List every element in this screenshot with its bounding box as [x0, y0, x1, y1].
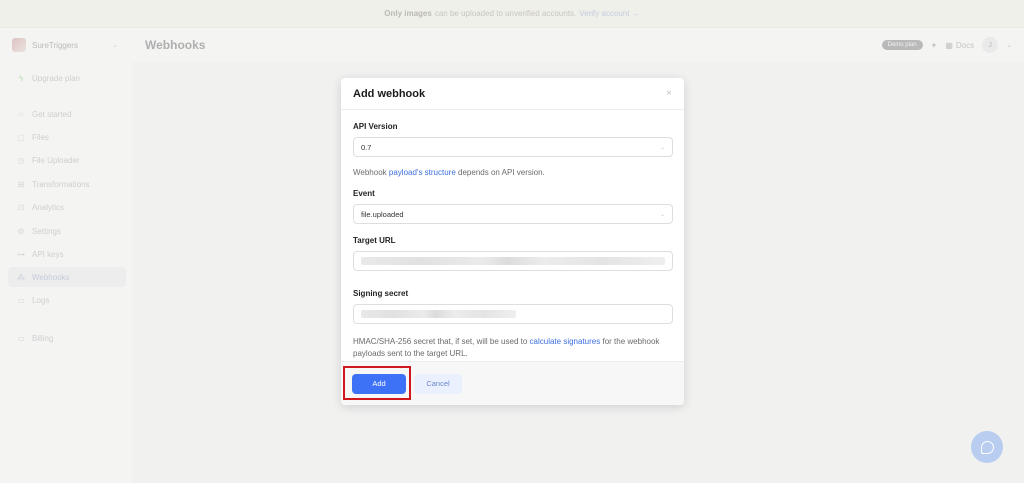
redacted-url: [361, 257, 665, 265]
chat-launcher[interactable]: [971, 431, 1003, 463]
help-text-pre: Webhook: [353, 168, 387, 177]
signing-secret-help: HMAC/SHA-256 secret that, if set, will b…: [353, 336, 672, 360]
calculate-signatures-link[interactable]: calculate signatures: [530, 337, 601, 346]
chevron-down-icon: ⌄: [659, 211, 665, 218]
modal-title: Add webhook: [353, 87, 426, 100]
payload-structure-link[interactable]: payload's structure: [389, 168, 456, 177]
add-webhook-modal: Add webhook × API Version 0.7 ⌄ Webhook …: [341, 78, 684, 405]
redacted-secret: [361, 310, 516, 318]
cancel-button[interactable]: Cancel: [414, 373, 462, 394]
event-select[interactable]: file.uploaded ⌄: [353, 204, 673, 224]
event-value: file.uploaded: [361, 209, 404, 219]
close-icon[interactable]: ×: [666, 88, 672, 99]
chevron-down-icon: ⌄: [659, 144, 665, 151]
api-version-value: 0.7: [361, 142, 372, 152]
signing-secret-label: Signing secret: [353, 289, 409, 298]
api-version-select[interactable]: 0.7 ⌄: [353, 137, 673, 157]
target-url-label: Target URL: [353, 236, 396, 245]
chat-icon: [980, 440, 994, 454]
signing-secret-input[interactable]: [353, 304, 673, 324]
modal-body: API Version 0.7 ⌄ Webhook payload's stru…: [341, 110, 684, 360]
target-url-input[interactable]: [353, 251, 673, 271]
help-text-post: depends on API version.: [458, 168, 545, 177]
add-button-highlight: [343, 366, 411, 400]
api-version-help: Webhook payload's structure depends on A…: [353, 167, 672, 179]
api-version-label: API Version: [353, 122, 398, 131]
event-label: Event: [353, 189, 375, 198]
secret-help-pre: HMAC/SHA-256 secret that, if set, will b…: [353, 337, 528, 346]
modal-header: Add webhook ×: [341, 78, 684, 110]
